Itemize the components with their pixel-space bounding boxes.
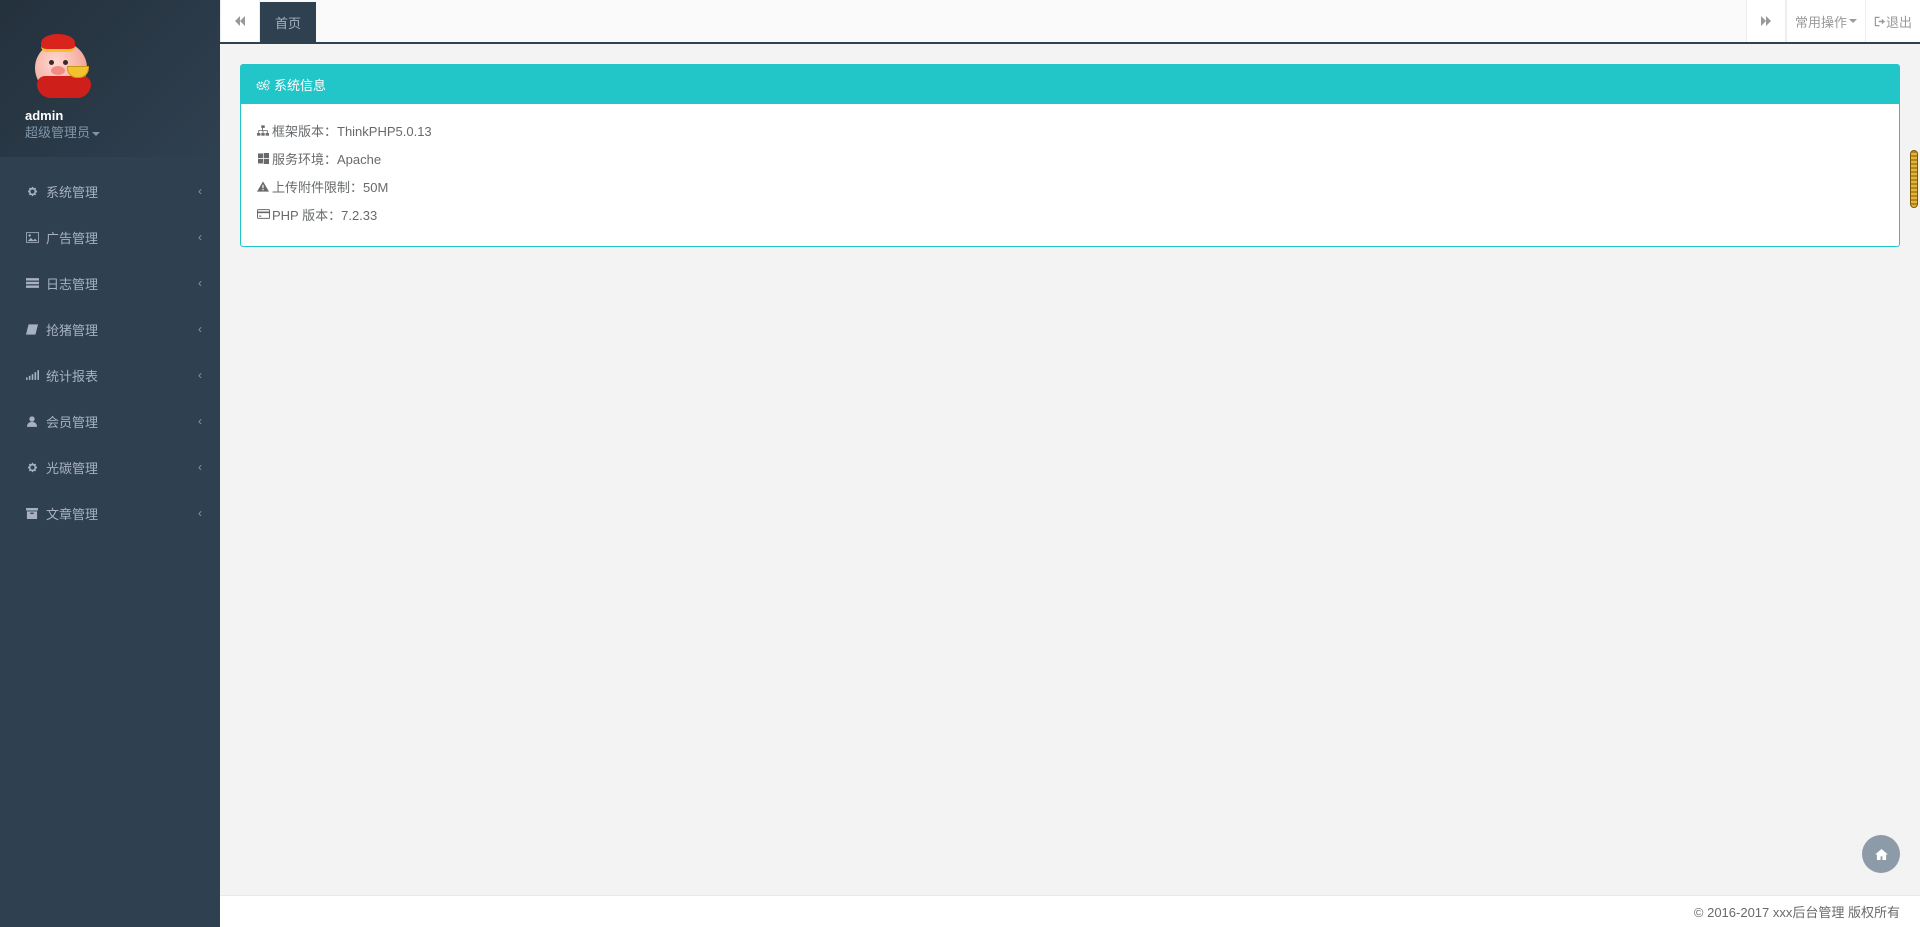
common-actions-label: 常用操作 (1794, 14, 1847, 30)
sidebar-item-label: 广告管理 (46, 230, 99, 246)
info-upload-limit: 上传附件限制：50M (256, 172, 1884, 200)
info-php-version: PHP 版本：7.2.33 (256, 200, 1884, 228)
sidebar-item-label: 光碳管理 (46, 460, 99, 476)
sidebar-item-pigs[interactable]: 抢猪管理 ‹ (0, 306, 220, 352)
chevron-left-icon: ‹ (198, 230, 202, 244)
sidebar-item-articles[interactable]: 文章管理 ‹ (0, 490, 220, 536)
sidebar-item-members[interactable]: 会员管理 ‹ (0, 398, 220, 444)
role-label: 超级管理员 (25, 125, 91, 140)
image-icon (25, 230, 39, 244)
chevron-left-icon: ‹ (198, 368, 202, 382)
sidebar-item-reports[interactable]: 统计报表 ‹ (0, 352, 220, 398)
windows-icon (256, 151, 270, 165)
info-text: PHP 版本：7.2.33 (272, 207, 378, 223)
signal-icon (25, 368, 39, 382)
double-left-icon (235, 16, 245, 26)
sidebar-item-label: 系统管理 (46, 184, 99, 200)
cogs-icon (256, 79, 270, 91)
scrollbar-thumb[interactable] (1910, 150, 1918, 208)
system-info-panel: 系统信息 框架版本：ThinkPHP5.0.13 服务环境：Apache 上传附… (240, 64, 1900, 247)
username: admin (25, 108, 64, 123)
gear-icon (25, 460, 39, 474)
common-actions-dropdown[interactable]: 常用操作 (1785, 0, 1865, 42)
scroll-tabs-right-button[interactable] (1745, 0, 1786, 42)
chevron-left-icon: ‹ (198, 460, 202, 474)
sidebar: admin 超级管理员 系统管理 ‹ 广告管理 ‹ 日志管理 ‹ 抢猪管理 ‹ … (0, 0, 220, 927)
archive-icon (25, 506, 39, 520)
panel-title: 系统信息 (274, 78, 327, 93)
main-content: 系统信息 框架版本：ThinkPHP5.0.13 服务环境：Apache 上传附… (220, 44, 1920, 895)
tab-strip (316, 0, 1746, 42)
credit-card-icon (256, 207, 270, 221)
sidebar-item-logs[interactable]: 日志管理 ‹ (0, 260, 220, 306)
sitemap-icon (256, 123, 270, 137)
info-text: 服务环境：Apache (272, 151, 382, 167)
sidebar-item-label: 抢猪管理 (46, 322, 99, 338)
home-button[interactable] (1862, 835, 1900, 873)
sidebar-item-carbon[interactable]: 光碳管理 ‹ (0, 444, 220, 490)
chevron-left-icon: ‹ (198, 414, 202, 428)
avatar[interactable] (27, 32, 95, 100)
sidebar-item-system[interactable]: 系统管理 ‹ (0, 168, 220, 214)
tab-bar: 首页 常用操作 退出 (220, 0, 1920, 44)
sidebar-item-label: 文章管理 (46, 506, 99, 522)
chevron-left-icon: ‹ (198, 276, 202, 290)
book-icon (25, 322, 39, 336)
gear-icon (25, 184, 39, 198)
footer: © 2016-2017 xxx后台管理 版权所有 (220, 895, 1920, 927)
chevron-left-icon: ‹ (198, 322, 202, 336)
server-icon (25, 276, 39, 290)
sidebar-item-label: 日志管理 (46, 276, 99, 292)
info-text: 上传附件限制：50M (272, 179, 389, 195)
info-server-env: 服务环境：Apache (256, 144, 1884, 172)
user-profile: admin 超级管理员 (0, 0, 220, 157)
caret-down-icon (92, 131, 101, 136)
panel-body: 框架版本：ThinkPHP5.0.13 服务环境：Apache 上传附件限制：5… (241, 104, 1899, 228)
double-right-icon (1760, 16, 1771, 26)
logout-label: 退出 (1885, 14, 1912, 30)
user-icon (25, 414, 39, 428)
logout-button[interactable]: 退出 (1864, 0, 1920, 42)
home-icon (1874, 848, 1888, 860)
copyright-text: © 2016-2017 xxx后台管理 版权所有 (1693, 905, 1900, 920)
info-framework-version: 框架版本：ThinkPHP5.0.13 (256, 116, 1884, 144)
chevron-left-icon: ‹ (198, 184, 202, 198)
role-dropdown[interactable]: 超级管理员 (25, 124, 220, 142)
sidebar-menu: 系统管理 ‹ 广告管理 ‹ 日志管理 ‹ 抢猪管理 ‹ 统计报表 ‹ 会员管理 … (0, 157, 220, 536)
sidebar-item-label: 会员管理 (46, 414, 99, 430)
scroll-tabs-left-button[interactable] (220, 0, 260, 42)
warning-icon (256, 179, 270, 193)
tab-home[interactable]: 首页 (260, 2, 317, 42)
chevron-left-icon: ‹ (198, 506, 202, 520)
info-text: 框架版本：ThinkPHP5.0.13 (272, 123, 432, 139)
panel-heading: 系统信息 (241, 65, 1899, 104)
sidebar-item-label: 统计报表 (46, 368, 99, 384)
sign-out-icon (1874, 16, 1885, 26)
sidebar-item-ads[interactable]: 广告管理 ‹ (0, 214, 220, 260)
caret-down-icon (1848, 19, 1857, 23)
